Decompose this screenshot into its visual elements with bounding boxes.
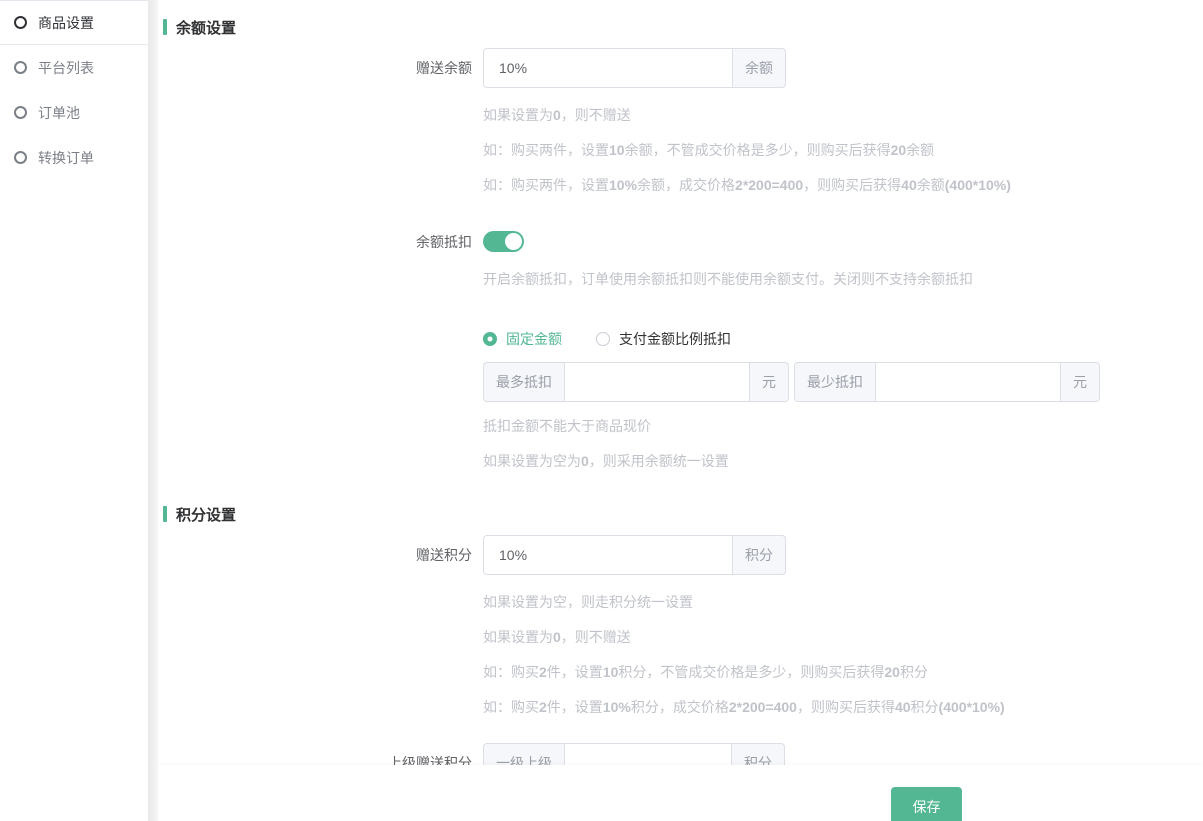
gift-balance-unit: 余额 — [733, 48, 786, 88]
radio-circle-icon — [14, 16, 27, 29]
tip-text: 如果设置为0，则不赠送 — [483, 108, 1203, 123]
radio-fixed-amount[interactable]: 固定金额 — [483, 329, 562, 349]
gift-points-input-group: 积分 — [483, 535, 786, 575]
balance-deduct-toggle[interactable] — [483, 231, 524, 252]
sidebar-item-label: 订单池 — [38, 103, 80, 123]
sidebar-item-label: 转换订单 — [38, 148, 94, 168]
min-deduct-unit: 元 — [1061, 362, 1100, 402]
radio-circle-icon — [14, 151, 27, 164]
deduct-mode-radio-group: 固定金额 支付金额比例抵扣 — [483, 329, 1203, 349]
gift-balance-row: 赠送余额 余额 — [158, 48, 1203, 88]
tip-text: 如果设置为空为0，则采用余额统一设置 — [483, 454, 1203, 469]
max-deduct-input[interactable] — [564, 362, 750, 402]
section-title-points: 积分设置 — [163, 505, 1203, 523]
page: 商品设置 平台列表 订单池 转换订单 余额设置 赠送余额 余额 — [0, 0, 1203, 821]
sidebar: 商品设置 平台列表 订单池 转换订单 — [0, 0, 148, 821]
radio-circle-icon — [14, 61, 27, 74]
radio-unchecked-icon — [596, 332, 610, 346]
sidebar-item-label: 商品设置 — [38, 13, 94, 33]
gift-points-input[interactable] — [483, 535, 733, 575]
min-deduct-prefix: 最少抵扣 — [794, 362, 875, 402]
tip-text: 如果设置为空，则走积分统一设置 — [483, 595, 1203, 610]
save-button[interactable]: 保存 — [891, 787, 962, 821]
deduct-amount-inputs: 最多抵扣 元 最少抵扣 元 — [483, 362, 1203, 402]
section-title-text: 余额设置 — [176, 17, 236, 38]
max-deduct-unit: 元 — [750, 362, 789, 402]
radio-pay-ratio-deduct[interactable]: 支付金额比例抵扣 — [596, 329, 731, 349]
gift-points-row: 赠送积分 积分 — [158, 535, 1203, 575]
sidebar-item-platform-list[interactable]: 平台列表 — [0, 45, 148, 90]
section-accent-bar — [163, 19, 167, 35]
gift-balance-input[interactable] — [483, 48, 733, 88]
sidebar-item-product-settings[interactable]: 商品设置 — [0, 0, 148, 45]
tip-text: 如：购买2件，设置10%积分，成交价格2*200=400，则购买后获得40积分(… — [483, 700, 1203, 715]
tip-text: 如：购买两件，设置10%余额，成交价格2*200=400，则购买后获得40余额(… — [483, 178, 1203, 193]
tip-text: 抵扣金额不能大于商品现价 — [483, 419, 1203, 434]
radio-circle-icon — [14, 106, 27, 119]
section-title-text: 积分设置 — [176, 504, 236, 525]
tip-text: 如：购买2件，设置10积分，不管成交价格是多少，则购买后获得20积分 — [483, 665, 1203, 680]
gift-points-unit: 积分 — [733, 535, 786, 575]
tip-text: 如果设置为0，则不赠送 — [483, 630, 1203, 645]
tip-text: 如：购买两件，设置10余额，不管成交价格是多少，则购买后获得20余额 — [483, 143, 1203, 158]
scrollbar[interactable] — [148, 0, 158, 821]
gift-balance-input-group: 余额 — [483, 48, 786, 88]
radio-checked-icon — [483, 332, 497, 346]
min-deduct-input-group: 最少抵扣 元 — [794, 362, 1100, 402]
balance-deduct-row: 余额抵扣 — [158, 231, 1203, 252]
gift-balance-label: 赠送余额 — [158, 58, 472, 78]
min-deduct-input[interactable] — [875, 362, 1061, 402]
settings-form: 余额设置 赠送余额 余额 如果设置为0，则不赠送 如：购买两件，设置10余额，不… — [158, 0, 1203, 821]
radio-label: 支付金额比例抵扣 — [619, 329, 731, 349]
sidebar-item-convert-order[interactable]: 转换订单 — [0, 135, 148, 180]
footer-bar: 保存 — [158, 765, 1203, 821]
radio-label: 固定金额 — [506, 329, 562, 349]
toggle-knob — [505, 233, 522, 250]
sidebar-item-order-pool[interactable]: 订单池 — [0, 90, 148, 135]
max-deduct-prefix: 最多抵扣 — [483, 362, 564, 402]
balance-deduct-label: 余额抵扣 — [158, 232, 472, 252]
sidebar-item-label: 平台列表 — [38, 58, 94, 78]
section-title-balance: 余额设置 — [163, 18, 1203, 36]
tip-text: 开启余额抵扣，订单使用余额抵扣则不能使用余额支付。关闭则不支持余额抵扣 — [483, 272, 1203, 287]
gift-points-label: 赠送积分 — [158, 545, 472, 565]
section-accent-bar — [163, 506, 167, 522]
max-deduct-input-group: 最多抵扣 元 — [483, 362, 789, 402]
